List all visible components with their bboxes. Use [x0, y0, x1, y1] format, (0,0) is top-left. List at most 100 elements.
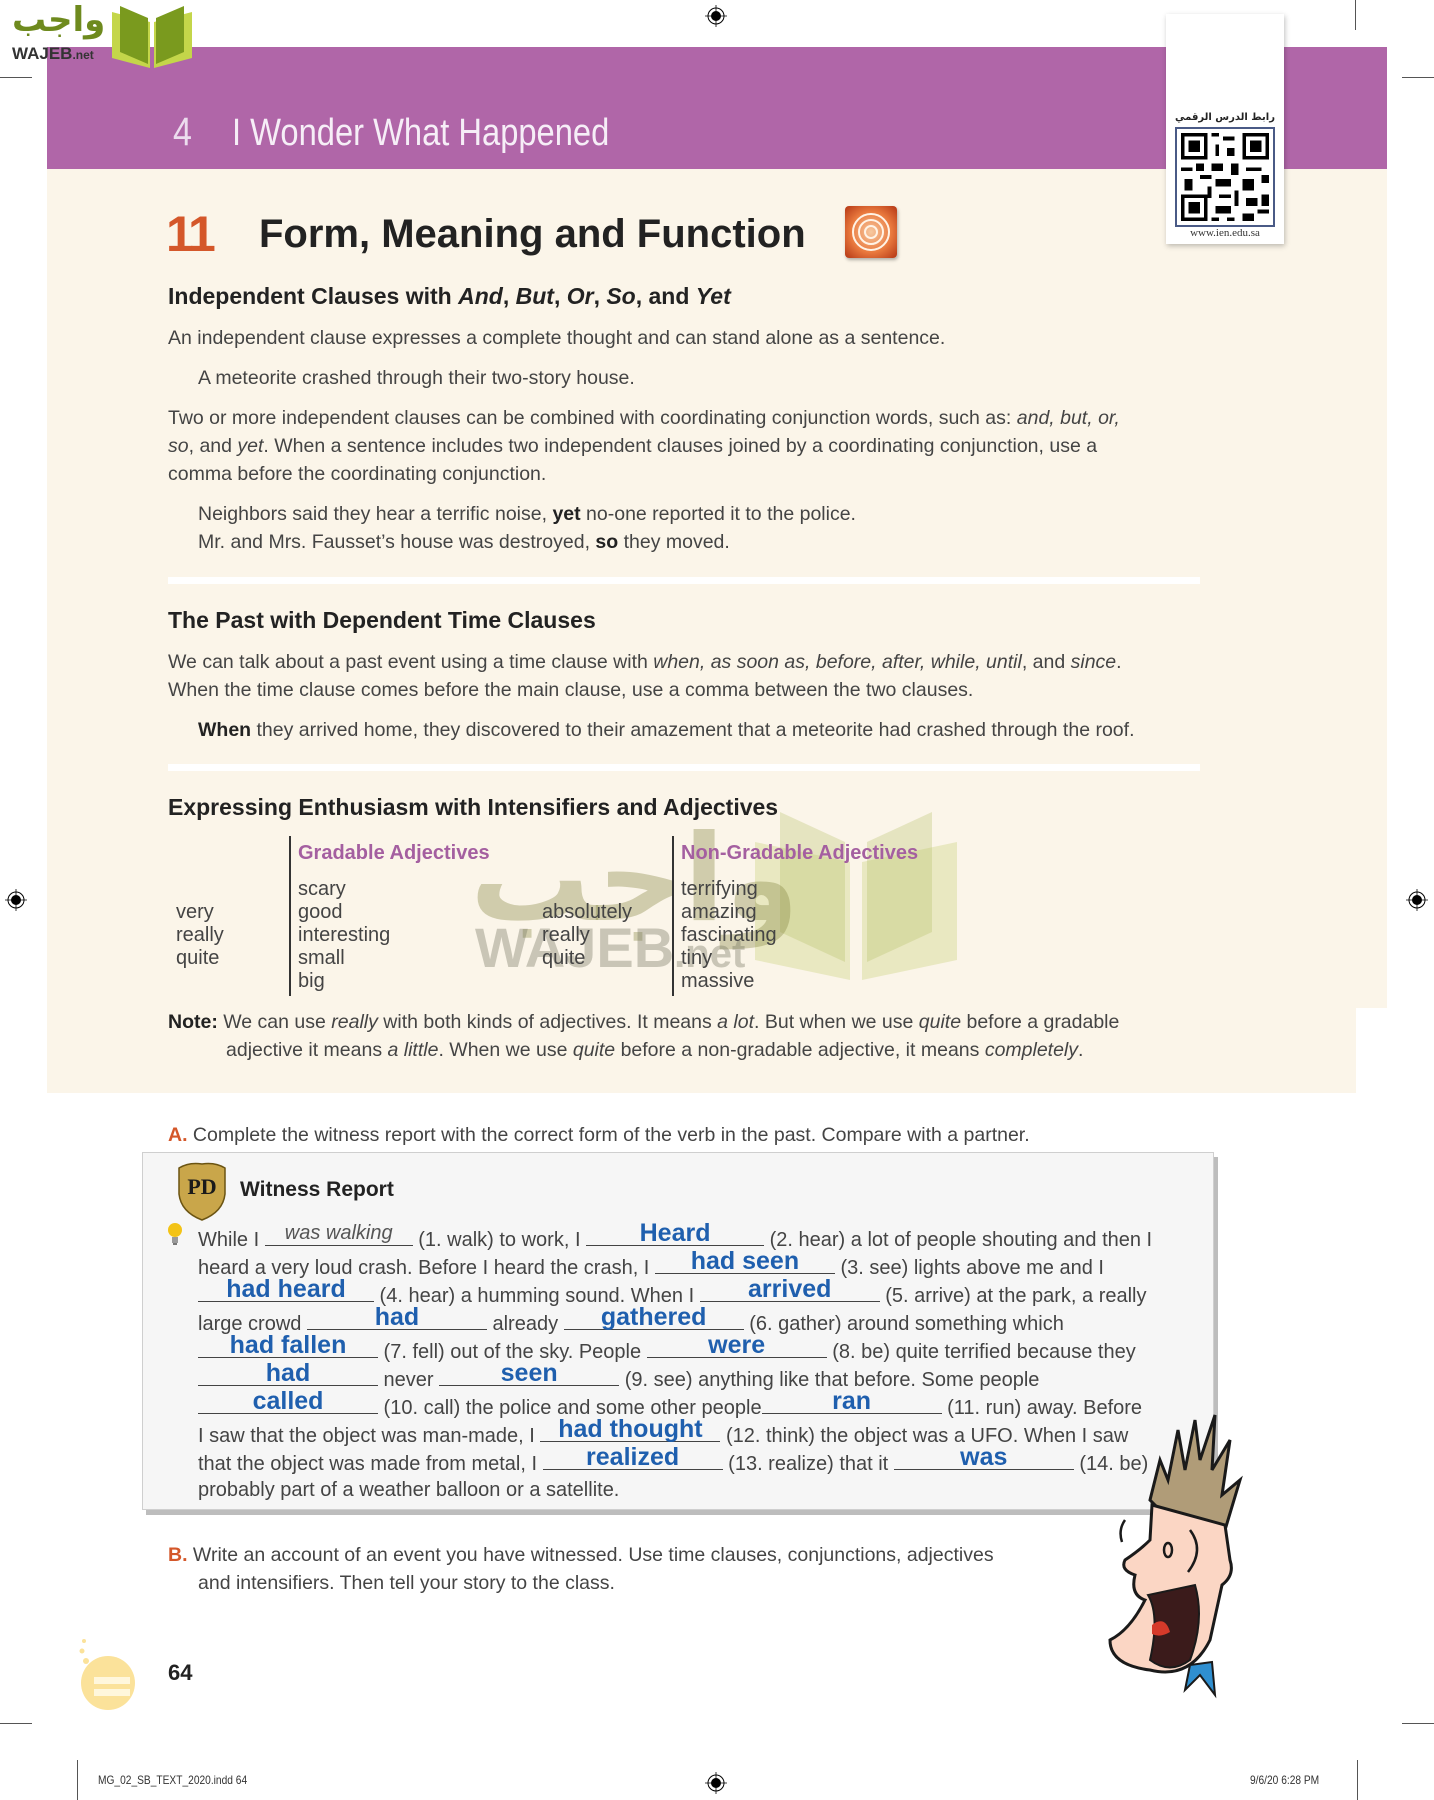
answer-text: had thought	[558, 1415, 703, 1443]
text: , and	[1021, 651, 1071, 673]
lightbulb-icon[interactable]	[167, 1222, 183, 1246]
answer-blank-7[interactable]: gathered	[563, 1304, 744, 1330]
instruction-text: Write an account of an event you have wi…	[192, 1544, 994, 1566]
text: While I	[198, 1229, 265, 1251]
italic-text: a lot	[717, 1011, 755, 1033]
intensifier: quite	[176, 947, 220, 969]
spiral-icon[interactable]	[845, 206, 897, 258]
text: with both kinds of adjectives. It means	[377, 1011, 718, 1033]
text: (5. arrive) at the park, a really	[879, 1285, 1147, 1307]
spiral-glyph	[852, 213, 890, 251]
italic-text: really	[331, 1011, 378, 1033]
answer-blank-8[interactable]: had fallen	[198, 1332, 378, 1358]
answer-text: was	[960, 1443, 1008, 1471]
example-sentence: Neighbors said they hear a terrific nois…	[198, 500, 856, 528]
logo-latin-main: WAJEB	[12, 44, 73, 63]
answer-blank-9[interactable]: were	[646, 1332, 827, 1358]
answer-text: had fallen	[229, 1331, 347, 1359]
wajeb-logo: واجب WAJEB.net	[8, 0, 193, 70]
qr-label: رابط الدرس الرقمي	[1175, 112, 1275, 123]
exercise-b-line1: B. Write an account of an event you have…	[168, 1541, 994, 1569]
text: already	[486, 1313, 564, 1335]
bold-text: When	[198, 719, 252, 741]
exercise-a-instruction: A. Complete the witness report with the …	[168, 1121, 1030, 1149]
text: Mr. and Mrs. Fausset’s house was destroy…	[198, 531, 596, 553]
italic-text: completely	[984, 1039, 1079, 1061]
adjective: fascinating	[681, 924, 777, 946]
text: never	[378, 1369, 440, 1391]
logo-latin-text: WAJEB.net	[12, 44, 94, 64]
intensifier: quite	[542, 947, 586, 969]
answer-blank-4[interactable]: had heard	[198, 1276, 374, 1302]
text: I saw that the object was man-made, I	[198, 1425, 541, 1447]
heading-text: , and	[635, 283, 696, 309]
qr-code-icon[interactable]	[1175, 127, 1275, 227]
book-logo-icon	[112, 6, 192, 68]
adjective: interesting	[298, 924, 391, 946]
heading-text: Independent Clauses with	[168, 283, 459, 309]
answer-text: had	[374, 1303, 420, 1331]
intensifier: really	[542, 924, 590, 946]
example-sentence: A meteorite crashed through their two-st…	[198, 367, 635, 389]
table-divider	[289, 836, 291, 996]
text: that the object was made from metal, I	[198, 1453, 543, 1475]
nongradable-adjectives: terrifying amazing fascinating tiny mass…	[681, 878, 777, 993]
instruction-text: Complete the witness report with the cor…	[192, 1124, 1030, 1146]
qr-card[interactable]: رابط الدرس الرقمي www.ien.edu.sa	[1166, 14, 1284, 244]
crop-mark	[77, 1760, 78, 1800]
answer-blank-11[interactable]: seen	[439, 1360, 620, 1386]
adjective: scary	[298, 878, 346, 900]
answer-blank-16[interactable]: was	[893, 1444, 1074, 1470]
note-line1: Note: We can use really with both kinds …	[168, 1008, 1119, 1036]
answer-blank-13[interactable]: ran	[761, 1388, 942, 1414]
crop-mark	[1355, 0, 1356, 30]
paragraph-definition: An independent clause expresses a comple…	[168, 327, 946, 349]
section-heading-independent-clauses: Independent Clauses with And, But, Or, S…	[168, 283, 731, 310]
gradable-header: Gradable Adjectives	[298, 842, 490, 864]
text: (1. walk) to work, I	[412, 1229, 587, 1251]
exercise-b: B. Write an account of an event you have…	[168, 1541, 994, 1597]
italic-text: since	[1070, 651, 1117, 673]
answer-blank-2[interactable]: Heard	[586, 1220, 765, 1246]
unit-number: 4	[173, 110, 192, 154]
adjective: big	[298, 970, 325, 992]
paragraph-combine-line2: so, and yet. When a sentence includes tw…	[168, 432, 1097, 460]
witness-line: probably part of a weather balloon or a …	[198, 1479, 620, 1501]
text: .	[1078, 1039, 1084, 1061]
crop-mark	[1357, 1760, 1358, 1800]
crop-mark	[1402, 77, 1434, 78]
print-slug-date: 9/6/20 6:28 PM	[1250, 1773, 1320, 1787]
bold-text: yet	[552, 503, 581, 525]
text: We can use	[217, 1011, 332, 1033]
text: , and	[188, 435, 238, 457]
italic-text: yet	[237, 435, 264, 457]
answer-blank-12[interactable]: called	[198, 1388, 378, 1414]
answer-blank-6[interactable]: had	[306, 1304, 487, 1330]
table-divider	[672, 836, 674, 996]
answer-blank-1[interactable]: was walking	[264, 1222, 413, 1246]
heading-italic: So	[606, 283, 636, 309]
lesson-title: Form, Meaning and Function	[259, 212, 806, 256]
heading-italic: Yet	[695, 283, 731, 309]
note-line2: adjective it means a little. When we use…	[226, 1036, 1083, 1064]
adjective: small	[298, 947, 345, 969]
heading-italic: But	[515, 283, 554, 309]
page-number: 64	[168, 1660, 193, 1685]
police-badge-icon: PD	[178, 1162, 226, 1221]
answer-blank-15[interactable]: realized	[542, 1444, 723, 1470]
heading-text: ,	[593, 283, 607, 309]
answer-blank-5[interactable]: arrived	[699, 1276, 880, 1302]
answer-blank-14[interactable]: had thought	[540, 1416, 721, 1442]
answer-text: realized	[586, 1443, 680, 1471]
unit-title: I Wonder What Happened	[232, 112, 610, 154]
heading-italic: And	[458, 283, 503, 309]
answer-text: ran	[832, 1387, 872, 1415]
qr-url[interactable]: www.ien.edu.sa	[1166, 227, 1284, 239]
heading-text: ,	[553, 283, 567, 309]
text: (13. realize) that it	[722, 1453, 894, 1475]
answer-text: had heard	[226, 1275, 346, 1303]
text: they arrived home, they discovered to th…	[251, 719, 1135, 741]
example-sentence: When they arrived home, they discovered …	[198, 716, 1134, 744]
answer-blank-3[interactable]: had seen	[654, 1248, 835, 1274]
answer-blank-10[interactable]: had	[198, 1360, 378, 1386]
